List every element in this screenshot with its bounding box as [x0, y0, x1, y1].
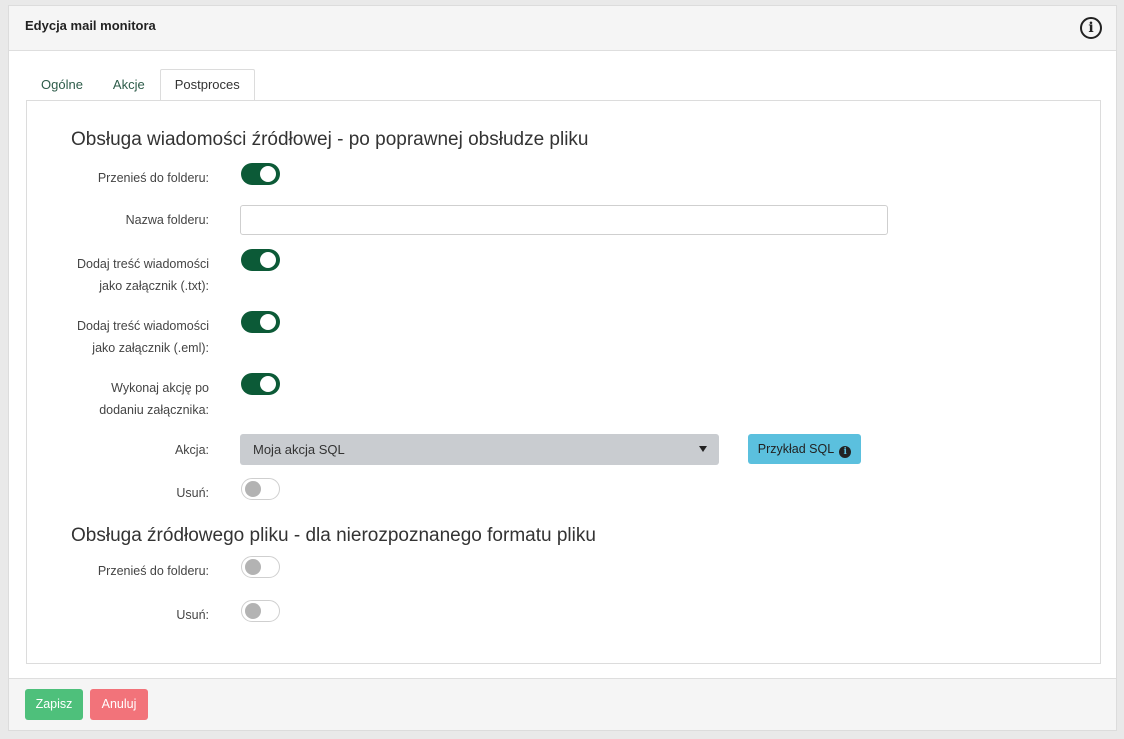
panel-title: Edycja mail monitora	[25, 18, 156, 33]
tab-general[interactable]: Ogólne	[26, 69, 98, 101]
toggle-knob	[245, 481, 261, 497]
cancel-button[interactable]: Anuluj	[90, 689, 148, 720]
toggle-knob	[260, 314, 276, 330]
edit-mail-monitor-panel: Edycja mail monitora i Ogólne Akcje Post…	[8, 5, 1117, 731]
tab-actions[interactable]: Akcje	[98, 69, 160, 101]
add-txt-label: Dodaj treść wiadomości jako załącznik (.…	[39, 253, 209, 297]
add-txt-label-line2: jako załącznik (.txt):	[99, 279, 209, 293]
unrecognized-delete-label: Usuń:	[176, 608, 209, 622]
sql-example-button-label: Przykład SQL	[757, 442, 834, 456]
run-action-label-line1: Wykonaj akcję po	[111, 381, 209, 395]
toggle-knob	[245, 603, 261, 619]
tab-content-postprocess: Obsługa wiadomości źródłowej - po popraw…	[26, 100, 1101, 664]
toggle-knob	[260, 376, 276, 392]
run-action-label-line2: dodaniu załącznika:	[99, 403, 209, 417]
add-eml-label: Dodaj treść wiadomości jako załącznik (.…	[39, 315, 209, 359]
sql-example-button[interactable]: Przykład SQL i	[748, 434, 861, 464]
add-eml-toggle[interactable]	[241, 311, 280, 333]
action-label: Akcja:	[174, 443, 209, 457]
tab-bar: Ogólne Akcje Postproces	[26, 69, 255, 101]
section-heading-source-message: Obsługa wiadomości źródłowej - po popraw…	[71, 129, 589, 150]
caret-down-icon	[699, 446, 707, 452]
move-to-folder-label: Przenieś do folderu:	[97, 171, 209, 185]
folder-name-input[interactable]	[240, 205, 888, 235]
folder-name-label: Nazwa folderu:	[125, 213, 209, 227]
unrecognized-move-to-folder-toggle[interactable]	[241, 556, 280, 578]
delete-toggle[interactable]	[241, 478, 280, 500]
panel-header: Edycja mail monitora i	[9, 6, 1116, 51]
delete-label: Usuń:	[176, 486, 209, 500]
add-eml-label-line1: Dodaj treść wiadomości	[77, 319, 209, 333]
tab-postprocess[interactable]: Postproces	[159, 69, 255, 101]
toggle-knob	[260, 252, 276, 268]
section-heading-unrecognized-file: Obsługa źródłowego pliku - dla nierozpoz…	[71, 525, 596, 546]
unrecognized-move-to-folder-label: Przenieś do folderu:	[97, 564, 209, 578]
action-select[interactable]: Moja akcja SQL	[240, 434, 719, 465]
add-eml-label-line2: jako załącznik (.eml):	[92, 341, 209, 355]
unrecognized-delete-toggle[interactable]	[241, 600, 280, 622]
info-circle-icon: i	[839, 446, 852, 458]
action-select-value: Moja akcja SQL	[253, 442, 345, 457]
run-action-toggle[interactable]	[241, 373, 280, 395]
toggle-knob	[245, 559, 261, 575]
add-txt-label-line1: Dodaj treść wiadomości	[77, 257, 209, 271]
run-action-label: Wykonaj akcję po dodaniu załącznika:	[39, 377, 209, 421]
panel-footer: Zapisz Anuluj	[9, 678, 1116, 730]
info-circle-icon[interactable]: i	[1080, 17, 1102, 39]
move-to-folder-toggle[interactable]	[241, 163, 280, 185]
save-button[interactable]: Zapisz	[25, 689, 83, 720]
add-txt-toggle[interactable]	[241, 249, 280, 271]
toggle-knob	[260, 166, 276, 182]
